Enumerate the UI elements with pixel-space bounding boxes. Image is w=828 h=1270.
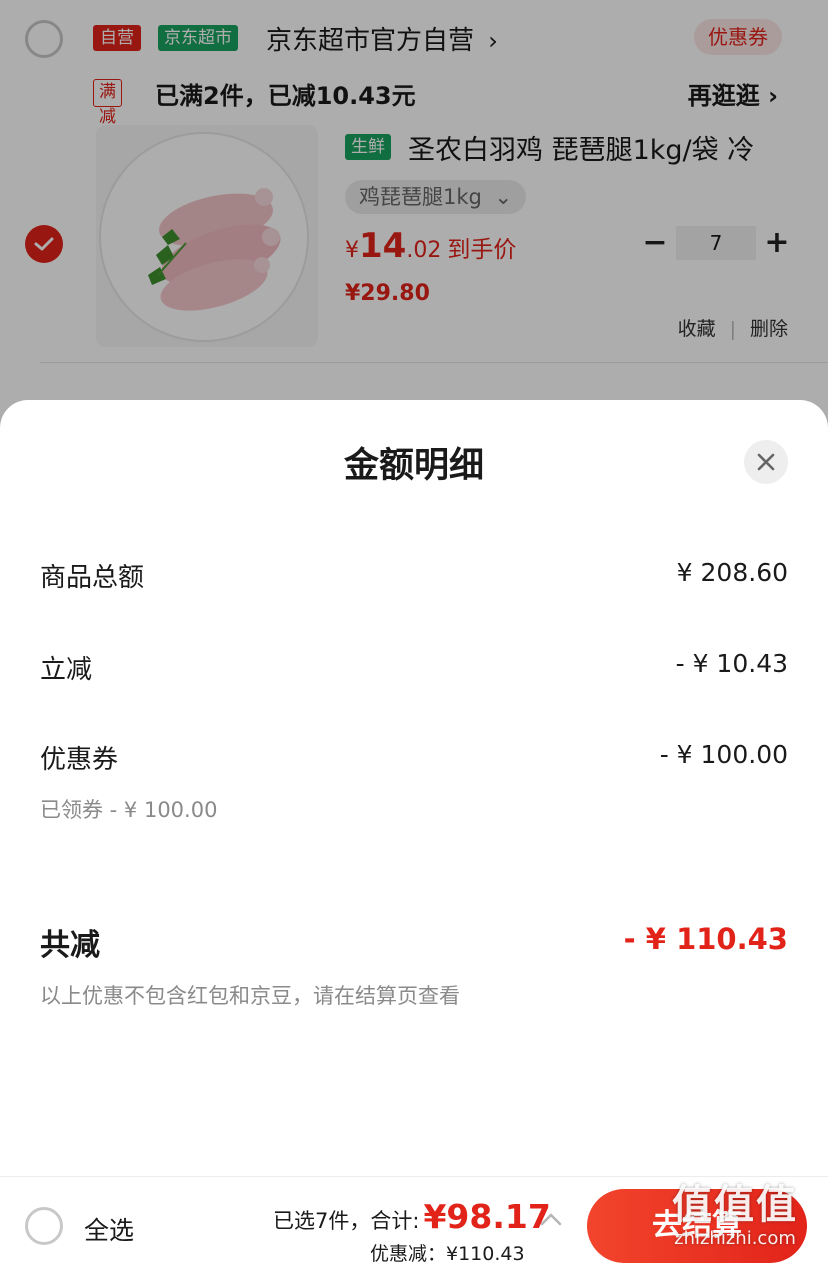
total-discount-value: - ¥ 110.43 — [623, 922, 788, 956]
total-discount-note: 以上优惠不包含红包和京豆，请在结算页查看 — [40, 984, 460, 1008]
instant-discount-value: - ¥ 10.43 — [675, 649, 788, 678]
coupon-value: - ¥ 100.00 — [659, 740, 788, 769]
summary-amount: ¥98.17 — [423, 1197, 551, 1236]
subtotal-value: ¥ 208.60 — [676, 558, 788, 587]
detail-toggle[interactable] — [540, 1211, 562, 1230]
discount-summary: 优惠减：¥110.43 — [370, 1243, 525, 1265]
close-button[interactable] — [744, 440, 788, 484]
select-all-label[interactable]: 全选 — [84, 1211, 134, 1247]
summary-prefix: 已选7件，合计: — [273, 1209, 420, 1233]
subtotal-label: 商品总额 — [40, 563, 145, 593]
coupon-note: 已领券 - ¥ 100.00 — [40, 798, 218, 822]
coupon-label: 优惠券 — [40, 745, 119, 775]
total-discount-label: 共减 — [40, 928, 100, 963]
watermark-url: zhizhizhi.com — [674, 1228, 796, 1249]
chevron-up-icon — [540, 1213, 562, 1226]
sheet-title: 金额明细 — [343, 446, 484, 486]
summary-line: 已选7件，合计: ¥98.17 — [273, 1197, 551, 1236]
watermark-logo: 值值值 — [672, 1182, 798, 1228]
instant-discount-label: 立减 — [40, 655, 93, 685]
close-icon — [757, 453, 775, 471]
watermark: 值值值 zhizhizhi.com — [672, 1182, 798, 1250]
price-detail-sheet: 金额明细 商品总额 ¥ 208.60 立减 - ¥ 10.43 优惠券 - ¥ … — [0, 400, 828, 1270]
select-all-radio[interactable] — [25, 1207, 63, 1245]
